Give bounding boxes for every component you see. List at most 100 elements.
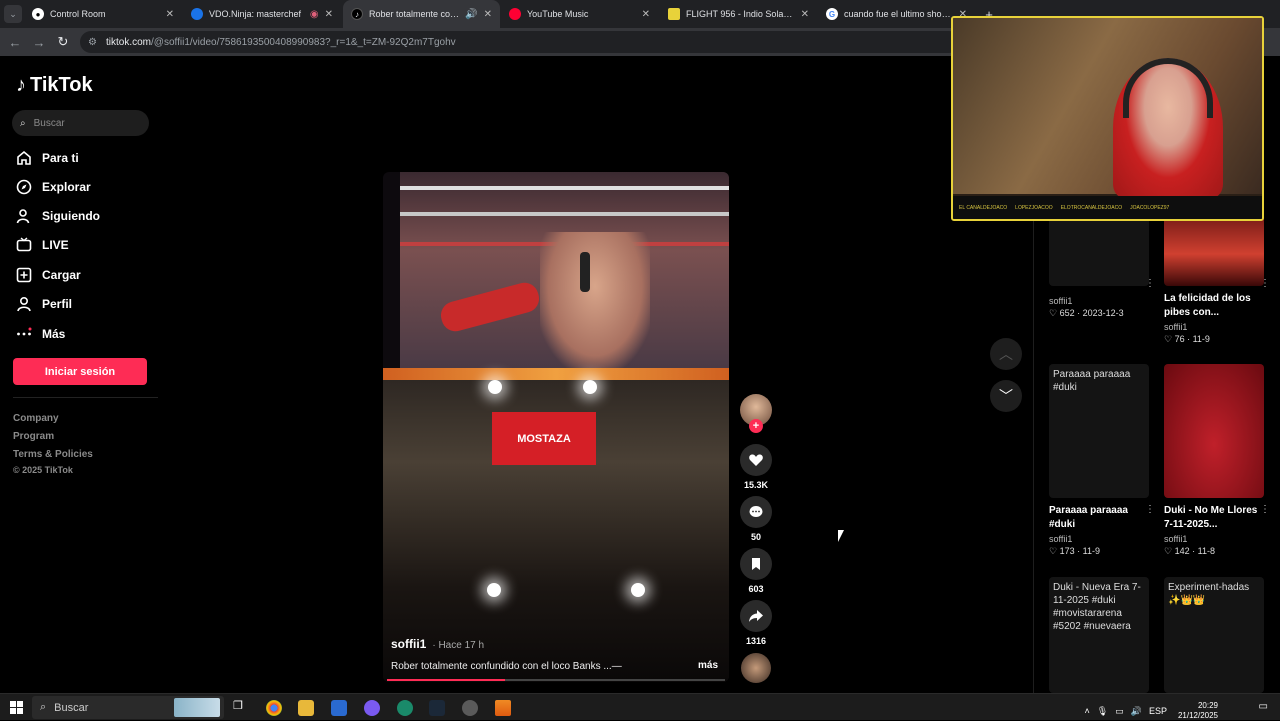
like-count: 15.3K [743,480,769,490]
nav-siguiendo[interactable]: Siguiendo [16,208,100,224]
steam-icon[interactable] [429,700,445,716]
card-user[interactable]: soffii1 [1049,296,1149,306]
app-icon[interactable] [397,700,413,716]
obs-icon[interactable] [462,700,478,716]
tab-control-room[interactable]: ● Control Room ✕ [24,0,182,28]
video-card[interactable]: ⋮ Duki - No Me Llores 7-11-2025... soffi… [1164,364,1270,557]
video-player[interactable]: MOSTAZA [383,172,729,682]
save-action[interactable]: 603 [739,548,773,594]
stage-light [488,380,502,394]
clock[interactable]: 20:29 21/12/2025 [1178,701,1218,721]
follow-plus-icon[interactable]: + [749,419,763,433]
microphone-icon[interactable]: 🎙 [1097,706,1108,717]
nav-para-ti[interactable]: Para ti [16,150,79,166]
card-user[interactable]: soffii1 [1049,534,1149,544]
card-title: Duki - No Me Llores 7-11-2025... [1164,505,1258,530]
scroll-up-button[interactable]: ︿ [990,338,1022,370]
close-icon[interactable]: ✕ [325,9,333,20]
handle-label: EL CANALDEJOACO [959,204,1008,211]
nav-cargar[interactable]: Cargar [16,267,81,283]
author-name[interactable]: soffii1 [391,637,426,651]
nav-perfil[interactable]: Perfil [16,296,72,312]
tab-search-icon[interactable]: ⌄ [4,5,22,23]
language-indicator[interactable]: ESP [1149,706,1167,716]
handle-label: ELOTROCANALDEJOACO [1060,204,1123,211]
ring-rope [400,186,729,190]
vdo-icon [191,8,203,20]
url-domain: tiktok.com [106,36,152,48]
more-link[interactable]: más [698,660,718,671]
close-icon[interactable]: ✕ [166,9,174,20]
discord-icon[interactable] [364,700,380,716]
scroll-down-button[interactable]: ﹀ [990,380,1022,412]
file-explorer-icon[interactable] [298,700,314,716]
video-card[interactable]: ⋮ soffii1 ♡ 652 · 2023-12-3 [1049,206,1155,319]
video-thumbnail[interactable]: Paraaaa paraaaa #duki [1049,364,1149,498]
nav-mas[interactable]: Más [16,326,65,342]
card-likes: 652 [1059,308,1075,318]
save-count: 603 [748,584,764,594]
comment-action[interactable]: 50 [739,496,773,542]
video-card[interactable]: Duki - Nueva Era 7-11-2025 #duki #movist… [1049,577,1149,693]
video-thumbnail[interactable] [1164,364,1264,498]
share-action[interactable]: 1316 [739,600,773,646]
nav-label: Cargar [42,268,81,282]
footer-terms[interactable]: Terms & Policies [13,449,93,460]
card-user[interactable]: soffii1 [1164,322,1264,332]
search-placeholder: Buscar [33,117,65,129]
notifications-icon[interactable]: ▭ [1259,701,1268,712]
reload-icon[interactable]: ↻ [54,33,72,51]
footer-program[interactable]: Program [13,431,54,442]
card-meta: ♡ 76 · 11-9 [1164,334,1210,344]
card-user[interactable]: soffii1 [1164,534,1264,544]
card-date: 11-9 [1192,334,1210,344]
taskbar-search[interactable]: ⌕ Buscar [32,696,224,719]
video-author[interactable]: soffii1 · Hace 17 h [391,637,484,651]
speaker-icon[interactable]: 🔊 [465,9,477,20]
tab-title: Control Room [50,9,106,19]
calculator-icon[interactable] [331,700,347,716]
nav-explorar[interactable]: Explorar [16,179,91,195]
task-view-icon[interactable]: ❐ [233,699,249,715]
url-field[interactable]: ⚙ tiktok.com/@soffii1/video/758619350040… [80,31,960,53]
tab-tiktok-active[interactable]: ♪ Rober totalmente confundido 🔊 ✕ [343,0,500,28]
tab-vdo-ninja[interactable]: VDO.Ninja: masterchef ◉ ✕ [183,0,341,28]
more-options-icon[interactable]: ⋮ [1145,504,1155,515]
more-options-icon[interactable]: ⋮ [1260,504,1270,515]
chevron-up-icon[interactable]: ˄ [1085,706,1090,716]
card-date: 2023-12-3 [1082,308,1124,318]
close-icon[interactable]: ✕ [484,9,492,20]
like-action[interactable]: 15.3K [739,444,773,490]
close-icon[interactable]: ✕ [642,9,650,20]
volume-icon[interactable]: 🔊 [1131,706,1142,717]
comment-count: 50 [750,532,761,542]
search-input[interactable]: ⌕ Buscar [12,110,149,136]
more-options-icon[interactable]: ⋮ [1260,278,1270,289]
windows-start-icon[interactable] [10,701,23,714]
more-options-icon[interactable]: ⋮ [1145,278,1155,289]
site-info-icon[interactable]: ⚙ [88,37,97,48]
video-card[interactable]: Paraaaa paraaaa #duki ⋮ Paraaaa paraaaa … [1049,364,1155,557]
network-icon[interactable]: ▭ [1115,706,1124,717]
video-thumbnail[interactable]: Experiment-hadas ✨👑👑 [1164,577,1264,693]
video-card[interactable]: Experiment-hadas ✨👑👑 [1164,577,1264,693]
nav-live[interactable]: LIVE [16,237,69,253]
video-thumbnail[interactable]: Duki - Nueva Era 7-11-2025 #duki #movist… [1049,577,1149,693]
footer-company[interactable]: Company [13,413,59,424]
tiktok-icon: ♪ [351,8,363,20]
progress-fill [387,679,506,681]
chrome-icon[interactable] [266,700,282,716]
ring-rope [400,212,729,216]
tab-youtube-music[interactable]: YouTube Music ✕ [501,0,658,28]
tab-flight-956[interactable]: FLIGHT 956 - Indio Solari - LETRA ✕ [660,0,817,28]
back-icon[interactable]: ← [6,33,24,51]
video-card[interactable]: ⋮ La felicidad de los pibes con... soffi… [1164,206,1270,345]
music-disc-avatar[interactable] [741,653,771,683]
forward-icon[interactable]: → [30,33,48,51]
vlc-icon[interactable] [495,700,511,716]
handle-label: LOPEZJOACOO [1015,204,1053,211]
tiktok-logo[interactable]: ♪ TikTok [16,74,93,97]
video-progress-bar[interactable] [387,679,725,681]
login-button[interactable]: Iniciar sesión [13,358,147,385]
close-icon[interactable]: ✕ [801,9,809,20]
